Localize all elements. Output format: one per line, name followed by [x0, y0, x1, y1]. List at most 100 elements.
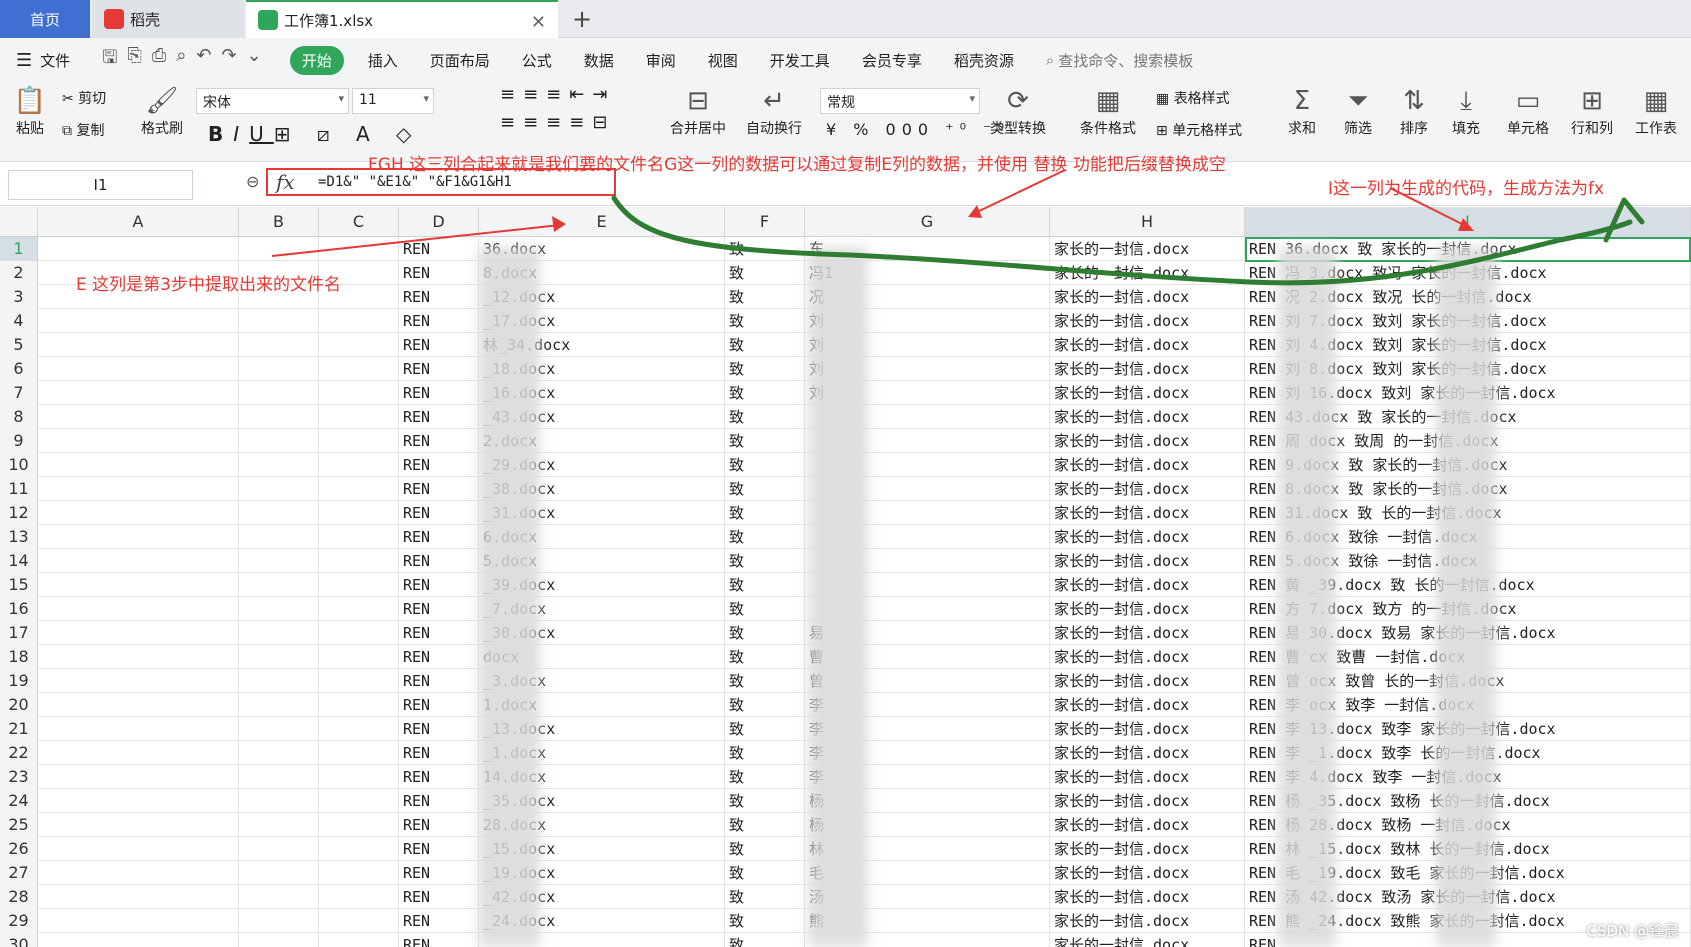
- cell-h[interactable]: 家长的一封信.docx: [1050, 645, 1245, 669]
- cell-d[interactable]: REN: [399, 765, 479, 789]
- menu-start[interactable]: 开始: [289, 45, 344, 75]
- new-tab-plus-icon[interactable]: +: [572, 5, 592, 33]
- select-all-corner[interactable]: [0, 207, 38, 237]
- number-format-select[interactable]: 常规 ▾: [820, 88, 980, 114]
- cell-h[interactable]: 家长的一封信.docx: [1050, 837, 1245, 861]
- cell-h[interactable]: 家长的一封信.docx: [1050, 789, 1245, 813]
- cell-c[interactable]: [319, 717, 399, 741]
- row-number[interactable]: 24: [0, 789, 38, 813]
- cell-c[interactable]: [319, 549, 399, 573]
- cell-d[interactable]: REN: [399, 645, 479, 669]
- cell-f[interactable]: 致: [725, 765, 805, 789]
- row-number[interactable]: 18: [0, 645, 38, 669]
- cell-d[interactable]: REN: [399, 669, 479, 693]
- cell-d[interactable]: REN: [399, 333, 479, 357]
- cell-c[interactable]: [319, 573, 399, 597]
- cell-d[interactable]: REN: [399, 381, 479, 405]
- save-icon[interactable]: 🖫: [102, 45, 117, 75]
- cell-b[interactable]: [239, 861, 319, 885]
- cell-b[interactable]: [239, 429, 319, 453]
- cell-c[interactable]: [319, 645, 399, 669]
- cell-d[interactable]: REN: [399, 429, 479, 453]
- row-number[interactable]: 6: [0, 357, 38, 381]
- row-number[interactable]: 27: [0, 861, 38, 885]
- row-number[interactable]: 17: [0, 621, 38, 645]
- cell-f[interactable]: 致: [725, 717, 805, 741]
- cell-f[interactable]: 致: [725, 885, 805, 909]
- cell-h[interactable]: 家长的一封信.docx: [1050, 525, 1245, 549]
- menu-daoke-resources[interactable]: 稻壳资源: [954, 50, 1014, 71]
- cell-b[interactable]: [239, 501, 319, 525]
- cell-h[interactable]: 家长的一封信.docx: [1050, 717, 1245, 741]
- cell-c[interactable]: [319, 621, 399, 645]
- cell-a[interactable]: [38, 741, 239, 765]
- cell-a[interactable]: [38, 549, 239, 573]
- cell-a[interactable]: [38, 669, 239, 693]
- cut-button[interactable]: ✂ 剪切: [62, 88, 106, 108]
- row-col-button[interactable]: ⊞ 行和列: [1562, 84, 1622, 138]
- cell-a[interactable]: [38, 453, 239, 477]
- cell-a[interactable]: [38, 909, 239, 933]
- cell-c[interactable]: [319, 477, 399, 501]
- cell-f[interactable]: 致: [725, 645, 805, 669]
- row-number[interactable]: 29: [0, 909, 38, 933]
- table-style-button[interactable]: ▦ 表格样式: [1156, 88, 1230, 108]
- cell-h[interactable]: 家长的一封信.docx: [1050, 237, 1245, 261]
- tab-workbook[interactable]: 工作簿1.xlsx ✕: [246, 0, 558, 38]
- cell-d[interactable]: REN: [399, 717, 479, 741]
- cell-f[interactable]: 致: [725, 813, 805, 837]
- menu-file[interactable]: 文件: [40, 50, 70, 71]
- cell-c[interactable]: [319, 453, 399, 477]
- font-family-select[interactable]: 宋体 ▾: [196, 88, 349, 114]
- cell-b[interactable]: [239, 237, 319, 261]
- chevron-down-icon[interactable]: ⌄: [247, 45, 262, 75]
- cell-d[interactable]: REN: [399, 261, 479, 285]
- cell-a[interactable]: [38, 333, 239, 357]
- cell-a[interactable]: [38, 861, 239, 885]
- cell-c[interactable]: [319, 813, 399, 837]
- menu-member[interactable]: 会员专享: [862, 50, 922, 71]
- cell-b[interactable]: [239, 813, 319, 837]
- cell-c[interactable]: [319, 429, 399, 453]
- row-number[interactable]: 11: [0, 477, 38, 501]
- cell-b[interactable]: [239, 765, 319, 789]
- cell-a[interactable]: [38, 693, 239, 717]
- row-number[interactable]: 26: [0, 837, 38, 861]
- cell-b[interactable]: [239, 645, 319, 669]
- format-painter-button[interactable]: 🖌 格式刷: [136, 84, 188, 138]
- col-header-d[interactable]: D: [399, 207, 479, 237]
- cell-h[interactable]: 家长的一封信.docx: [1050, 453, 1245, 477]
- cell-d[interactable]: REN: [399, 861, 479, 885]
- cell-button[interactable]: ▭ 单元格: [1500, 84, 1556, 138]
- cell-d[interactable]: REN: [399, 549, 479, 573]
- cell-a[interactable]: [38, 429, 239, 453]
- formula-input[interactable]: =D1&" "&E1&" "&F1&G1&H1: [318, 174, 512, 190]
- cell-a[interactable]: [38, 573, 239, 597]
- cell-f[interactable]: 致: [725, 333, 805, 357]
- close-icon[interactable]: ✕: [531, 12, 546, 33]
- cell-a[interactable]: [38, 357, 239, 381]
- cell-c[interactable]: [319, 597, 399, 621]
- cell-f[interactable]: 致: [725, 357, 805, 381]
- export-icon[interactable]: ⎘: [128, 45, 142, 75]
- cell-d[interactable]: REN: [399, 453, 479, 477]
- cell-a[interactable]: [38, 501, 239, 525]
- cell-f[interactable]: 致: [725, 837, 805, 861]
- cell-b[interactable]: [239, 837, 319, 861]
- fx-icon[interactable]: fx: [276, 170, 295, 194]
- cell-f[interactable]: 致: [725, 693, 805, 717]
- undo-icon[interactable]: ↶: [196, 45, 211, 75]
- col-header-h[interactable]: H: [1050, 207, 1245, 237]
- cell-f[interactable]: 致: [725, 237, 805, 261]
- zoom-icon[interactable]: ⊖: [246, 172, 259, 191]
- cell-d[interactable]: REN: [399, 501, 479, 525]
- cell-d[interactable]: REN: [399, 741, 479, 765]
- cell-b[interactable]: [239, 453, 319, 477]
- cell-h[interactable]: 家长的一封信.docx: [1050, 501, 1245, 525]
- cell-c[interactable]: [319, 405, 399, 429]
- cell-c[interactable]: [319, 309, 399, 333]
- cell-f[interactable]: 致: [725, 525, 805, 549]
- cell-b[interactable]: [239, 549, 319, 573]
- cell-f[interactable]: 致: [725, 261, 805, 285]
- row-number[interactable]: 4: [0, 309, 38, 333]
